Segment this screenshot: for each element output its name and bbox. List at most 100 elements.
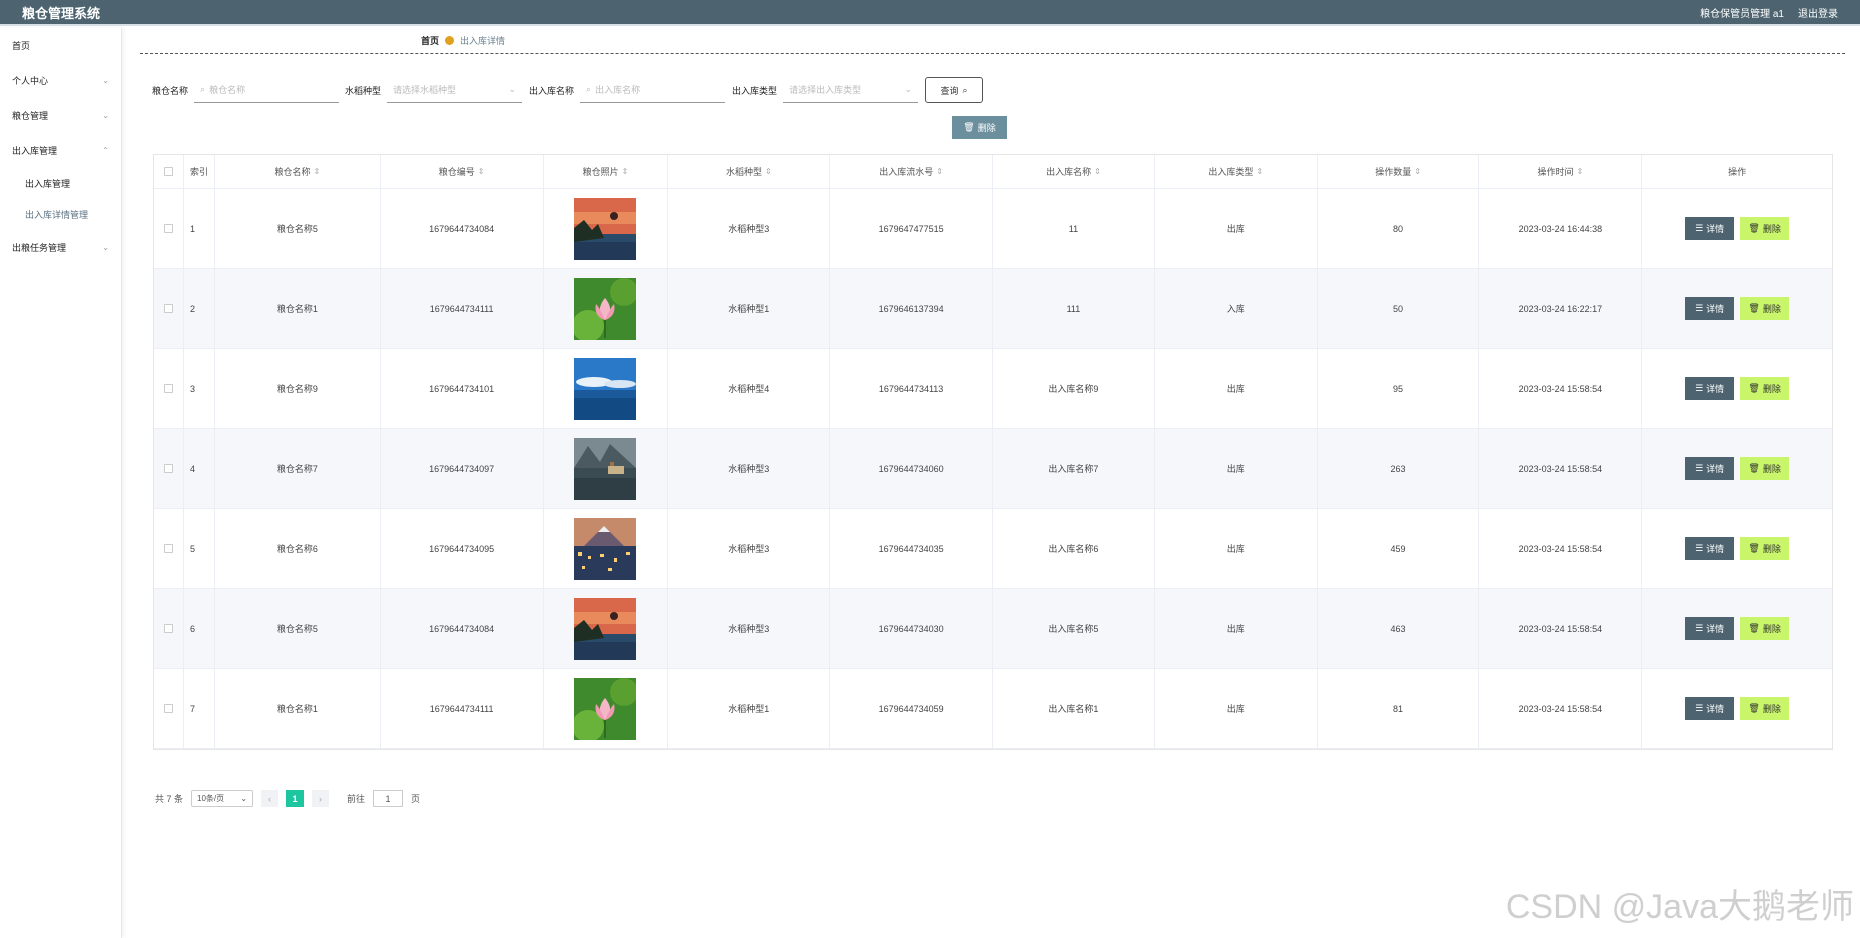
row-name: 粮仓名称7	[215, 429, 381, 508]
table-row: 7 粮仓名称1 1679644734111 水稻种型1 1679644734059 出入库…	[154, 669, 1832, 749]
sidebar: 首页 个人中心 ⌄ 粮仓管理 ⌄ 出入库管理 ⌃ 出入库管理 出入库详情管理 出粮任务…	[0, 28, 122, 938]
col-ioname[interactable]: 出入库名称 ⇕	[993, 155, 1155, 188]
select-all-checkbox[interactable]	[154, 155, 184, 188]
data-table: 索引 粮仓名称 ⇕ 粮仓编号 ⇕ 粮仓照片 ⇕ 水稻种型 ⇕ 出入库流水号 ⇕ 出入库名称…	[153, 154, 1833, 750]
sort-icon: ⇕	[764, 167, 772, 176]
trash-icon: 🗑	[1748, 703, 1760, 713]
row-photo[interactable]	[544, 189, 669, 268]
sidebar-item-inout[interactable]: 出入库管理 ⌃	[0, 133, 121, 168]
row-photo[interactable]	[544, 349, 669, 428]
user-label: 粮仓保管员管理 a1	[1700, 8, 1784, 20]
sort-icon: ⇕	[1576, 167, 1584, 176]
row-checkbox[interactable]	[154, 429, 184, 508]
delete-button[interactable]: 🗑 删除	[1740, 457, 1790, 480]
row-flow: 1679647477515	[830, 189, 994, 268]
prev-page-button[interactable]: ‹	[261, 790, 279, 807]
delete-button[interactable]: 🗑 删除	[1740, 297, 1790, 320]
row-time: 2023-03-24 15:58:54	[1479, 509, 1643, 588]
sidebar-item-tasks[interactable]: 出粮任务管理 ⌄	[0, 230, 121, 265]
iotype-label: 出入库类型	[732, 85, 778, 96]
col-number[interactable]: 粮仓编号 ⇕	[381, 155, 544, 188]
logout-link[interactable]: 退出登录	[1798, 5, 1838, 20]
row-qty: 463	[1318, 589, 1480, 668]
row-name: 粮仓名称1	[215, 269, 381, 348]
col-flow[interactable]: 出入库流水号 ⇕	[830, 155, 994, 188]
detail-button[interactable]: ☰ 详情	[1685, 297, 1735, 320]
detail-button[interactable]: ☰ 详情	[1685, 697, 1735, 720]
trash-icon: 🗑	[1748, 383, 1760, 393]
type-label: 水稻种型	[345, 85, 382, 96]
next-page-button[interactable]: ›	[312, 790, 330, 807]
row-iotype: 出库	[1155, 669, 1318, 748]
sort-icon: ⇕	[477, 167, 485, 176]
col-qty[interactable]: 操作数量 ⇕	[1318, 155, 1480, 188]
breadcrumb-home[interactable]: 首页	[421, 34, 439, 47]
row-flow: 1679644734059	[830, 669, 994, 748]
sidebar-item-home[interactable]: 首页	[0, 28, 121, 63]
delete-button[interactable]: 🗑 删除	[1740, 377, 1790, 400]
row-checkbox[interactable]	[154, 349, 184, 428]
row-ioname: 111	[993, 269, 1155, 348]
goto-input[interactable]: 1	[373, 790, 404, 807]
name-input[interactable]: ⌕ 粮仓名称	[194, 77, 340, 103]
col-photo[interactable]: 粮仓照片 ⇕	[544, 155, 669, 188]
row-checkbox[interactable]	[154, 269, 184, 348]
col-iotype[interactable]: 出入库类型 ⇕	[1155, 155, 1318, 188]
row-iotype: 出库	[1155, 589, 1318, 668]
query-button[interactable]: 查询 ⌕	[925, 77, 984, 103]
page-size-select[interactable]: 10条/页 ⌄	[191, 790, 254, 807]
delete-button[interactable]: 🗑 删除	[1740, 617, 1790, 640]
row-name: 粮仓名称5	[215, 589, 381, 668]
row-type: 水稻种型3	[668, 189, 831, 268]
detail-button[interactable]: ☰ 详情	[1685, 457, 1735, 480]
row-photo[interactable]	[544, 429, 669, 508]
delete-button[interactable]: 🗑 删除	[1740, 697, 1790, 720]
row-checkbox[interactable]	[154, 509, 184, 588]
batch-delete-button[interactable]: 🗑 删除	[952, 116, 1007, 139]
document-icon: ☰	[1695, 703, 1704, 713]
col-name[interactable]: 粮仓名称 ⇕	[215, 155, 381, 188]
row-actions: ☰ 详情 🗑 删除	[1642, 509, 1832, 588]
iotype-select[interactable]: 请选择出入库类型 ⌄	[783, 77, 919, 103]
row-checkbox[interactable]	[154, 189, 184, 268]
pagination: 共 7 条 10条/页 ⌄ ‹ 1 › 前往 1 页	[155, 790, 420, 807]
row-flow: 1679646137394	[830, 269, 994, 348]
row-time: 2023-03-24 15:58:54	[1479, 349, 1643, 428]
detail-button[interactable]: ☰ 详情	[1685, 617, 1735, 640]
row-checkbox[interactable]	[154, 669, 184, 748]
row-checkbox[interactable]	[154, 589, 184, 668]
row-ioname: 出入库名称7	[993, 429, 1155, 508]
trash-icon: 🗑	[963, 122, 975, 132]
row-photo[interactable]	[544, 669, 669, 748]
row-number: 1679644734101	[381, 349, 544, 428]
detail-button[interactable]: ☰ 详情	[1685, 217, 1735, 240]
type-select[interactable]: 请选择水稻种型 ⌄	[387, 77, 523, 103]
search-icon: ⌕	[586, 84, 592, 94]
detail-button[interactable]: ☰ 详情	[1685, 537, 1735, 560]
row-index: 4	[184, 429, 215, 508]
row-photo[interactable]	[544, 269, 669, 348]
sidebar-subitem-inout[interactable]: 出入库管理	[0, 168, 121, 199]
top-bar: 粮仓管理系统 粮仓保管员管理 a1 退出登录	[0, 0, 1860, 26]
row-time: 2023-03-24 15:58:54	[1479, 429, 1643, 508]
sidebar-subitem-inout-detail[interactable]: 出入库详情管理	[0, 199, 121, 230]
row-time: 2023-03-24 16:44:38	[1479, 189, 1643, 268]
row-iotype: 出库	[1155, 349, 1318, 428]
sidebar-item-profile[interactable]: 个人中心 ⌄	[0, 63, 121, 98]
ioname-input[interactable]: ⌕ 出入库名称	[580, 77, 726, 103]
current-page[interactable]: 1	[286, 790, 305, 807]
row-type: 水稻种型3	[668, 589, 831, 668]
row-number: 1679644734097	[381, 429, 544, 508]
delete-button[interactable]: 🗑 删除	[1740, 217, 1790, 240]
row-photo[interactable]	[544, 509, 669, 588]
row-time: 2023-03-24 15:58:54	[1479, 589, 1643, 668]
row-photo[interactable]	[544, 589, 669, 668]
detail-button[interactable]: ☰ 详情	[1685, 377, 1735, 400]
row-ioname: 出入库名称6	[993, 509, 1155, 588]
row-type: 水稻种型3	[668, 429, 831, 508]
sidebar-item-granary[interactable]: 粮仓管理 ⌄	[0, 98, 121, 133]
delete-button[interactable]: 🗑 删除	[1740, 537, 1790, 560]
col-type[interactable]: 水稻种型 ⇕	[668, 155, 831, 188]
col-time[interactable]: 操作时间 ⇕	[1479, 155, 1643, 188]
trash-icon: 🗑	[1748, 303, 1760, 313]
